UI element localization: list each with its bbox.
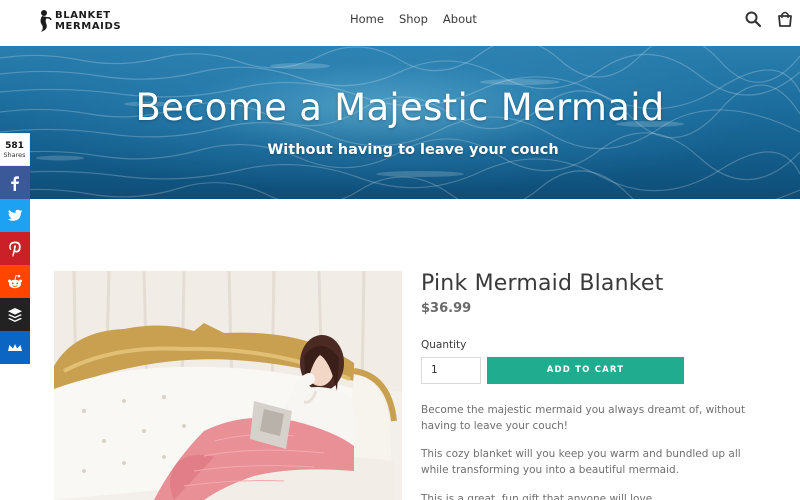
mermaid-logo-icon [40,10,52,32]
twitter-icon [7,209,23,221]
logo-text: BLANKET MERMAIDS [55,10,121,32]
share-count: 581 Shares [0,133,30,166]
product-photo [54,271,402,500]
quantity-input[interactable]: 1 [421,357,481,384]
site-logo[interactable]: BLANKET MERMAIDS [36,9,131,33]
share-pinterest-button[interactable] [0,232,30,265]
hero-title: Become a Majestic Mermaid [135,86,665,129]
nav-about[interactable]: About [443,12,477,26]
header-icons [744,10,794,28]
share-sumo-button[interactable] [0,331,30,364]
buffer-icon [8,307,22,322]
hero-banner: Become a Majestic Mermaid Without having… [0,46,800,199]
product-title: Pink Mermaid Blanket [421,271,664,296]
nav-shop[interactable]: Shop [399,12,428,26]
share-buffer-button[interactable] [0,298,30,331]
quantity-label: Quantity [421,339,467,351]
reddit-icon [8,274,22,288]
share-count-label: Shares [3,151,26,159]
share-reddit-button[interactable] [0,265,30,298]
main-nav: Home Shop About [350,12,492,26]
product-description-3: This is a great, fun gift that anyone wi… [421,493,653,500]
add-to-cart-button[interactable]: ADD TO CART [487,357,684,384]
product-image[interactable] [54,271,402,500]
hero-subtitle: Without having to leave your couch [267,142,559,158]
search-icon[interactable] [744,10,762,28]
site-header: BLANKET MERMAIDS Home Shop About [0,0,800,46]
product-info: Pink Mermaid Blanket $36.99 Quantity 1 A… [421,271,766,500]
share-twitter-button[interactable] [0,199,30,232]
share-count-number: 581 [5,141,24,151]
product-price: $36.99 [421,301,472,316]
cart-icon[interactable] [776,10,794,28]
pinterest-icon [9,241,21,257]
share-sidebar: 581 Shares [0,133,30,364]
nav-home[interactable]: Home [350,12,384,26]
facebook-icon [11,175,19,191]
share-facebook-button[interactable] [0,166,30,199]
logo-line-2: MERMAIDS [55,21,122,32]
product-description-1: Become the majestic mermaid you always d… [421,404,746,432]
sumo-crown-icon [8,343,22,351]
product-description-2: This cozy blanket will you keep you warm… [421,448,741,476]
logo-line-1: BLANKET [55,10,111,21]
